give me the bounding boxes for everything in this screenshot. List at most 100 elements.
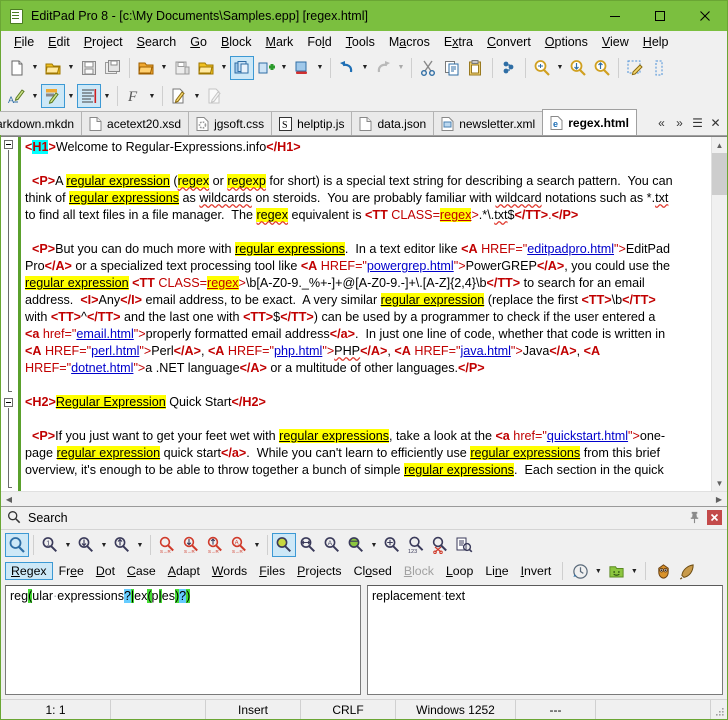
- fold-matches-dropdown[interactable]: ▼: [368, 533, 380, 557]
- menu-item-project[interactable]: Project: [77, 33, 130, 51]
- save-as-button[interactable]: [101, 56, 125, 80]
- menu-item-edit[interactable]: Edit: [41, 33, 77, 51]
- undo-dropdown[interactable]: ▼: [359, 56, 371, 80]
- file-tab-newsletter-xml[interactable]: newsletter.xml: [433, 111, 544, 135]
- add-match-button[interactable]: [380, 533, 404, 557]
- cut-matches-button[interactable]: [428, 533, 452, 557]
- find-button[interactable]: [530, 56, 554, 80]
- code-text[interactable]: <H1>Welcome to Regular-Expressions.info<…: [21, 137, 711, 491]
- file-tab-arkdown-mkdn[interactable]: arkdown.mkdn: [0, 111, 83, 135]
- undo-button[interactable]: [335, 56, 359, 80]
- open-file-dropdown[interactable]: ▼: [65, 56, 77, 80]
- menu-item-fold[interactable]: Fold: [300, 33, 338, 51]
- fold-toggle-h1[interactable]: [4, 140, 13, 149]
- vscroll-thumb[interactable]: [712, 153, 727, 195]
- search-option-dot[interactable]: Dot: [90, 562, 121, 580]
- tab-list-button[interactable]: ☰: [689, 113, 706, 133]
- regexbuddy-button[interactable]: [651, 559, 675, 583]
- copy-matches-button[interactable]: [452, 533, 476, 557]
- file-panel-button[interactable]: [230, 55, 254, 80]
- syntax-highlight-button[interactable]: [41, 84, 65, 108]
- search-option-block[interactable]: Block: [398, 562, 440, 580]
- search-option-closed[interactable]: Closed: [348, 562, 398, 580]
- close-button[interactable]: [682, 1, 727, 31]
- find-previous-button[interactable]: [110, 533, 134, 557]
- replace-next-button[interactable]: S→R: [179, 533, 203, 557]
- find-dropdown[interactable]: ▼: [554, 56, 566, 80]
- font-button[interactable]: F: [122, 84, 146, 108]
- menu-item-tools[interactable]: Tools: [339, 33, 382, 51]
- column-select-button[interactable]: [647, 56, 671, 80]
- open-project-button[interactable]: [134, 56, 158, 80]
- selection-info[interactable]: [111, 700, 206, 719]
- search-option-projects[interactable]: Projects: [291, 562, 347, 580]
- search-option-invert[interactable]: Invert: [515, 562, 558, 580]
- edit-selection-button[interactable]: [623, 56, 647, 80]
- status-message[interactable]: [596, 700, 711, 719]
- paste-button[interactable]: [464, 56, 488, 80]
- find-next-dropdown[interactable]: ▼: [98, 533, 110, 557]
- find-first-dropdown[interactable]: ▼: [62, 533, 74, 557]
- scroll-left-button[interactable]: ◀: [1, 492, 17, 507]
- hscroll-track[interactable]: [17, 491, 711, 507]
- add-file-button[interactable]: [254, 56, 278, 80]
- spell-check-button[interactable]: A: [5, 84, 29, 108]
- find-next-button[interactable]: [566, 56, 590, 80]
- search-history-dropdown[interactable]: ▼: [592, 559, 604, 583]
- menu-item-search[interactable]: Search: [130, 33, 184, 51]
- menu-item-block[interactable]: Block: [214, 33, 259, 51]
- regexmagic-button[interactable]: [675, 559, 699, 583]
- search-option-free[interactable]: Free: [53, 562, 90, 580]
- save-project-button[interactable]: [170, 56, 194, 80]
- fold-matches-button[interactable]: [344, 533, 368, 557]
- count-matches-button[interactable]: 123: [404, 533, 428, 557]
- fold-toggle-h2[interactable]: [4, 398, 13, 407]
- open-file-button[interactable]: [41, 56, 65, 80]
- readonly-button[interactable]: [203, 84, 227, 108]
- file-flags[interactable]: ---: [516, 700, 596, 719]
- line-break-type[interactable]: CRLF: [301, 700, 396, 719]
- edit-as-button[interactable]: [167, 84, 191, 108]
- search-option-regex[interactable]: Regex: [5, 562, 53, 580]
- scroll-right-button[interactable]: ▶: [711, 492, 727, 507]
- insert-mode[interactable]: Insert: [206, 700, 301, 719]
- open-folder-button[interactable]: [194, 56, 218, 80]
- next-tabs-button[interactable]: »: [671, 113, 688, 133]
- cursor-position[interactable]: 1: 1: [1, 700, 111, 719]
- select-all-matches-button[interactable]: A: [320, 533, 344, 557]
- file-tab-jgsoft-css[interactable]: jgsoft.css: [188, 111, 273, 135]
- line-numbers-dropdown[interactable]: ▼: [101, 84, 113, 108]
- open-project-dropdown[interactable]: ▼: [158, 56, 170, 80]
- find-button[interactable]: [5, 533, 29, 557]
- redo-button[interactable]: [371, 56, 395, 80]
- find-previous-button[interactable]: [590, 56, 614, 80]
- new-file-dropdown[interactable]: ▼: [29, 56, 41, 80]
- search-option-adapt[interactable]: Adapt: [162, 562, 206, 580]
- search-option-files[interactable]: Files: [253, 562, 291, 580]
- vscroll-track[interactable]: [712, 153, 727, 475]
- menu-item-help[interactable]: Help: [636, 33, 676, 51]
- close-panel-button[interactable]: [706, 509, 723, 526]
- search-history-button[interactable]: [568, 559, 592, 583]
- clipboard-history-button[interactable]: [497, 56, 521, 80]
- menu-item-go[interactable]: Go: [183, 33, 214, 51]
- menu-item-extra[interactable]: Extra: [437, 33, 480, 51]
- close-file-button[interactable]: [290, 56, 314, 80]
- highlight-all-button[interactable]: [272, 533, 296, 557]
- redo-dropdown[interactable]: ▼: [395, 56, 407, 80]
- fold-margin[interactable]: [1, 137, 17, 491]
- add-file-dropdown[interactable]: ▼: [278, 56, 290, 80]
- save-button[interactable]: [77, 56, 101, 80]
- pin-panel-button[interactable]: [686, 509, 703, 526]
- menu-item-macros[interactable]: Macros: [382, 33, 437, 51]
- search-option-words[interactable]: Words: [206, 562, 253, 580]
- copy-button[interactable]: [440, 56, 464, 80]
- menu-item-mark[interactable]: Mark: [259, 33, 301, 51]
- minimize-button[interactable]: [592, 1, 637, 31]
- file-tab-helptip-js[interactable]: Shelptip.js: [271, 111, 353, 135]
- font-dropdown[interactable]: ▼: [146, 84, 158, 108]
- search-option-case[interactable]: Case: [121, 562, 162, 580]
- search-option-loop[interactable]: Loop: [440, 562, 479, 580]
- scroll-down-button[interactable]: ▼: [712, 475, 727, 491]
- find-all-button[interactable]: [296, 533, 320, 557]
